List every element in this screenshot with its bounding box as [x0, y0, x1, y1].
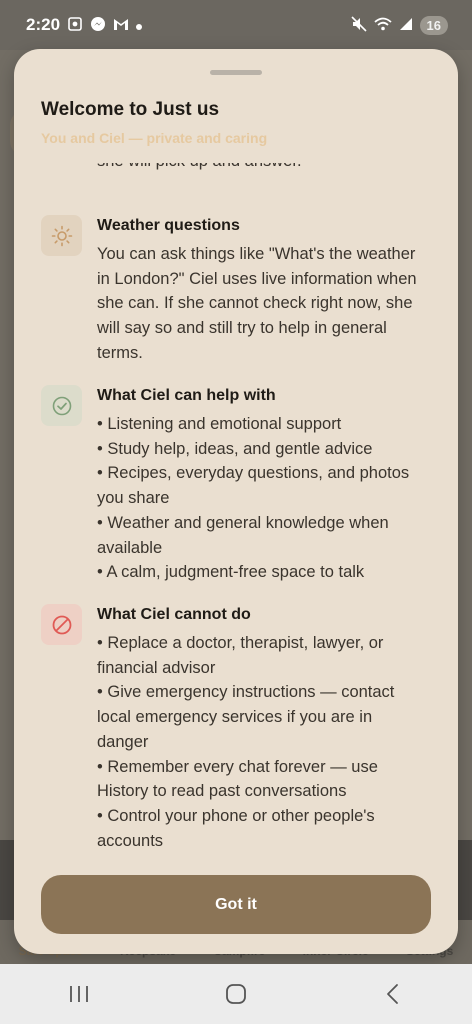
section-title: What Ciel cannot do — [97, 606, 251, 623]
sheet-subtitle: You and Ciel — private and caring — [41, 130, 268, 146]
screenshot-icon — [67, 16, 83, 34]
status-right: 16 — [350, 15, 448, 35]
section-text: • Replace a doctor, therapist, lawyer, o… — [97, 634, 395, 850]
section-can-help-body: What Ciel can help with • Listening and … — [97, 385, 425, 585]
section-title: Weather questions — [97, 217, 240, 234]
notification-dot-icon — [136, 18, 143, 32]
status-bar: 2:20 16 — [0, 0, 472, 50]
partial-text-line: she will pick up and answer. — [97, 163, 427, 174]
wifi-icon — [373, 17, 392, 33]
status-left: 2:20 — [26, 15, 143, 35]
back-icon — [387, 984, 399, 1004]
section-cannot-do-body: What Ciel cannot do • Replace a doctor, … — [97, 604, 425, 853]
system-nav-bar — [0, 964, 472, 1024]
gmail-icon — [113, 17, 129, 33]
sun-icon — [41, 215, 82, 256]
drag-handle[interactable] — [210, 70, 262, 75]
signal-icon — [399, 17, 413, 33]
back-button[interactable] — [363, 974, 423, 1014]
recents-icon — [69, 986, 88, 1002]
mute-icon — [350, 16, 367, 34]
block-icon — [41, 604, 82, 645]
recents-button[interactable] — [49, 974, 109, 1014]
battery-indicator: 16 — [419, 15, 448, 35]
sheet-scroll-content[interactable]: she will pick up and answer. — [14, 163, 458, 859]
status-time: 2:20 — [26, 15, 61, 34]
section-weather-body: Weather questions You can ask things lik… — [97, 215, 425, 366]
welcome-sheet: Welcome to Just us You and Ciel — privat… — [14, 49, 458, 954]
home-icon — [226, 984, 246, 1004]
home-button[interactable] — [206, 974, 266, 1014]
section-title: What Ciel can help with — [97, 387, 276, 404]
got-it-button[interactable]: Got it — [41, 875, 431, 934]
check-circle-icon — [41, 385, 82, 426]
section-text: • Listening and emotional support • Stud… — [97, 415, 410, 582]
section-text: You can ask things like "What's the weat… — [97, 245, 417, 362]
messenger-icon — [90, 16, 106, 34]
sheet-title: Welcome to Just us — [41, 99, 220, 120]
